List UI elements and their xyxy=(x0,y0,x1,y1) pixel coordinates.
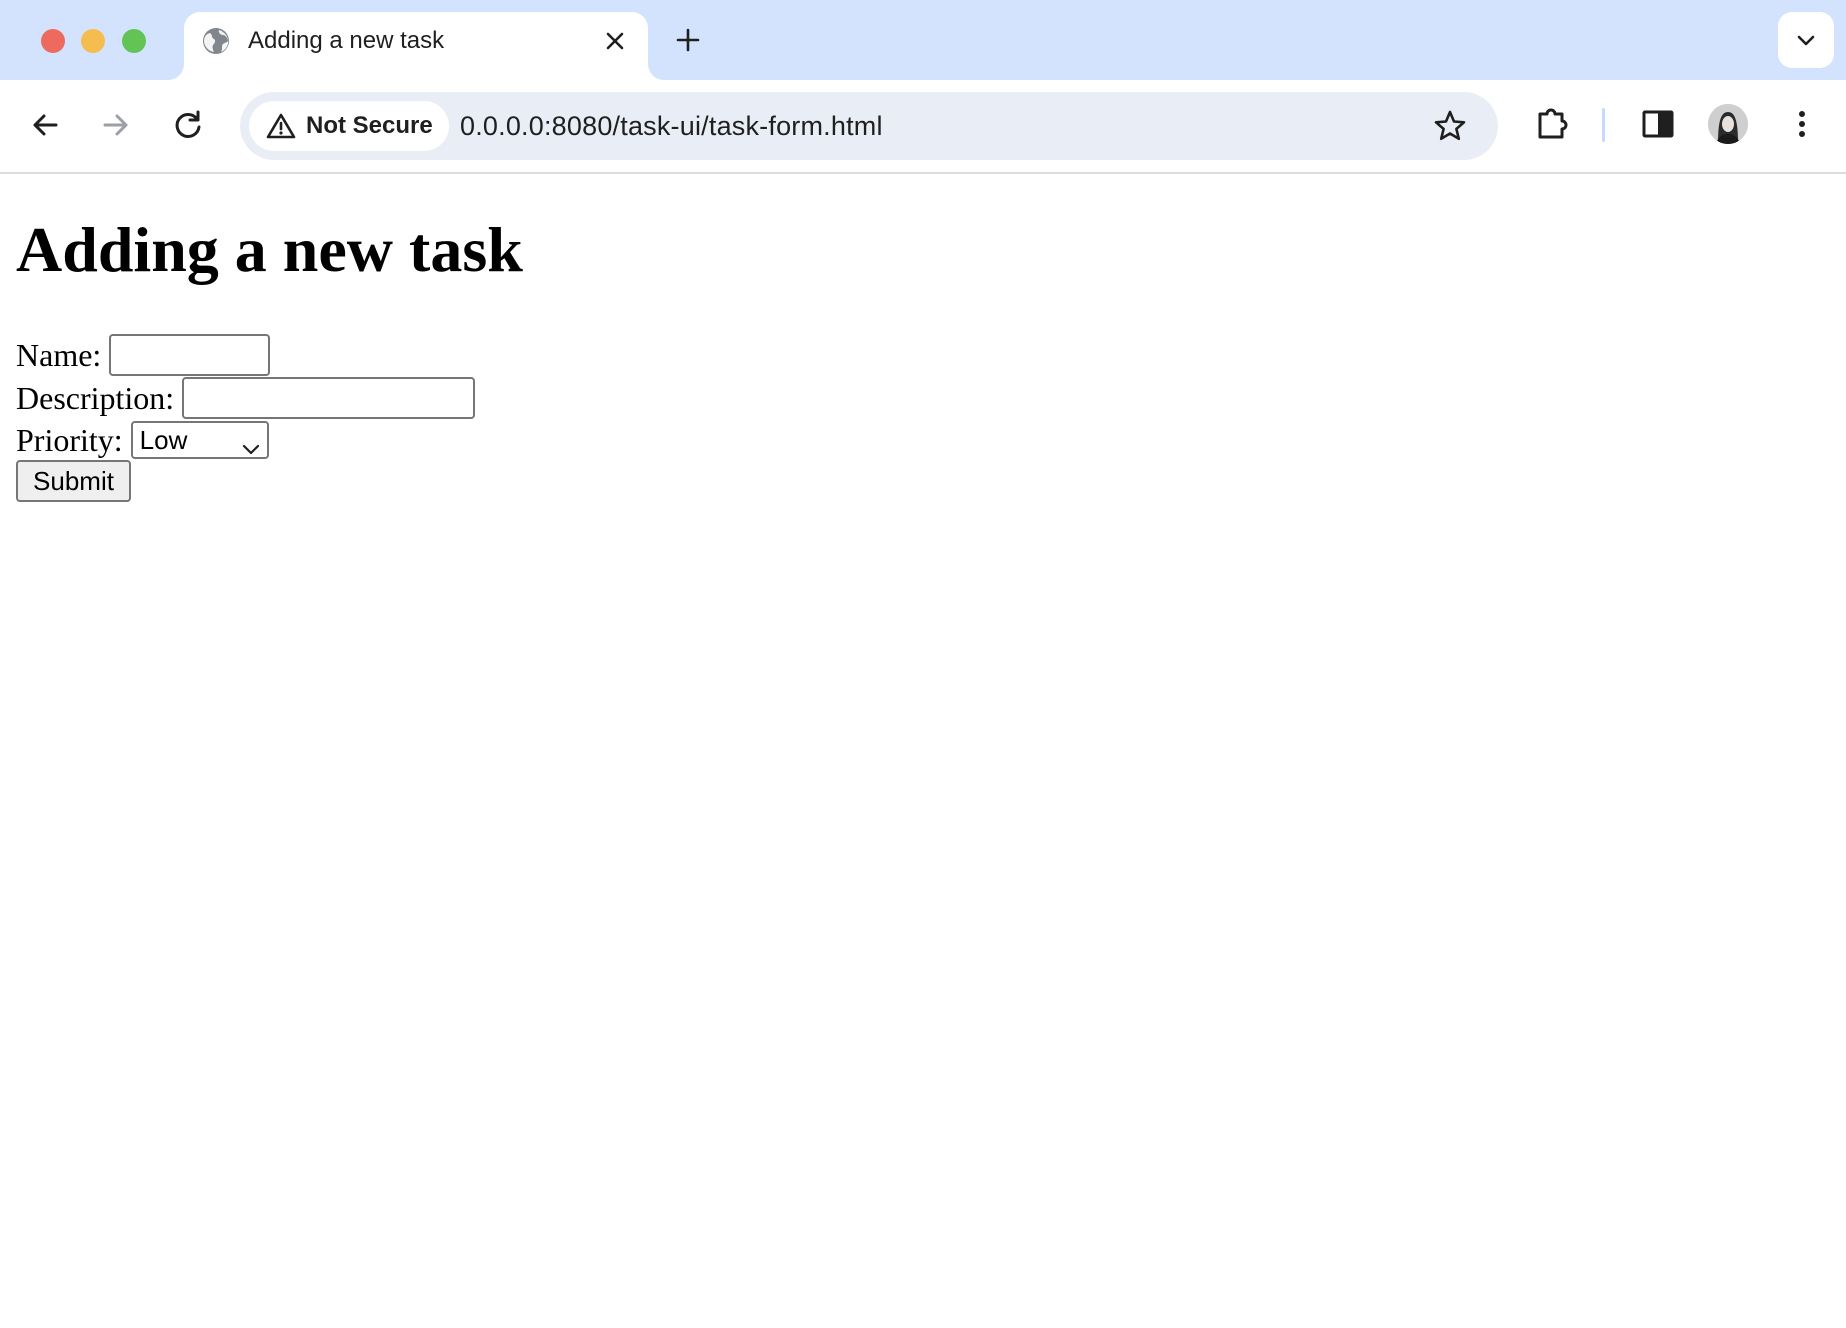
description-input[interactable] xyxy=(182,377,476,419)
back-arrow-icon[interactable] xyxy=(26,106,64,144)
url-text[interactable]: 0.0.0.0:8080/task-ui/task-form.html xyxy=(460,109,883,143)
page-title: Adding a new task xyxy=(16,214,523,285)
reload-icon[interactable] xyxy=(169,106,207,144)
warning-triangle-icon xyxy=(266,112,296,140)
avatar[interactable] xyxy=(1708,104,1748,144)
description-label: Description: xyxy=(16,379,175,416)
window-minimize-button[interactable] xyxy=(81,29,105,53)
tab-search-button[interactable] xyxy=(1778,12,1834,68)
window-close-button[interactable] xyxy=(41,29,65,53)
new-tab-plus-icon[interactable] xyxy=(672,24,704,56)
page-content: Adding a new task Name: Description: Pri… xyxy=(0,174,1846,1328)
priority-label: Priority: xyxy=(16,421,123,458)
chevron-down-icon xyxy=(241,432,261,455)
chevron-down-icon xyxy=(1797,35,1815,46)
name-label: Name: xyxy=(16,336,102,373)
tab-strip: Adding a new task xyxy=(0,0,1846,80)
priority-selected-value: Low xyxy=(139,425,188,455)
priority-select[interactable]: Low xyxy=(130,421,269,459)
star-icon[interactable] xyxy=(1432,108,1468,144)
more-vert-icon[interactable] xyxy=(1782,104,1822,144)
forward-arrow-icon[interactable] xyxy=(97,106,135,144)
browser-toolbar: Not Secure 0.0.0.0:8080/task-ui/task-for… xyxy=(0,80,1846,174)
name-input[interactable] xyxy=(109,334,271,376)
address-bar[interactable]: Not Secure 0.0.0.0:8080/task-ui/task-for… xyxy=(240,92,1498,160)
tab-title: Adding a new task xyxy=(248,27,445,54)
name-row: Name: xyxy=(16,334,271,376)
tab-close-icon[interactable] xyxy=(602,28,628,54)
submit-button[interactable]: Submit xyxy=(16,460,131,502)
window-maximize-button[interactable] xyxy=(122,29,146,53)
priority-row: Priority: Low xyxy=(16,419,269,461)
globe-icon xyxy=(201,26,231,56)
extensions-icon[interactable] xyxy=(1532,104,1572,144)
security-label: Not Secure xyxy=(306,112,433,139)
side-panel-icon[interactable] xyxy=(1638,104,1678,144)
security-chip[interactable]: Not Secure xyxy=(249,101,449,151)
description-row: Description: xyxy=(16,377,476,419)
active-tab[interactable]: Adding a new task xyxy=(184,12,648,80)
toolbar-divider xyxy=(1602,108,1605,142)
